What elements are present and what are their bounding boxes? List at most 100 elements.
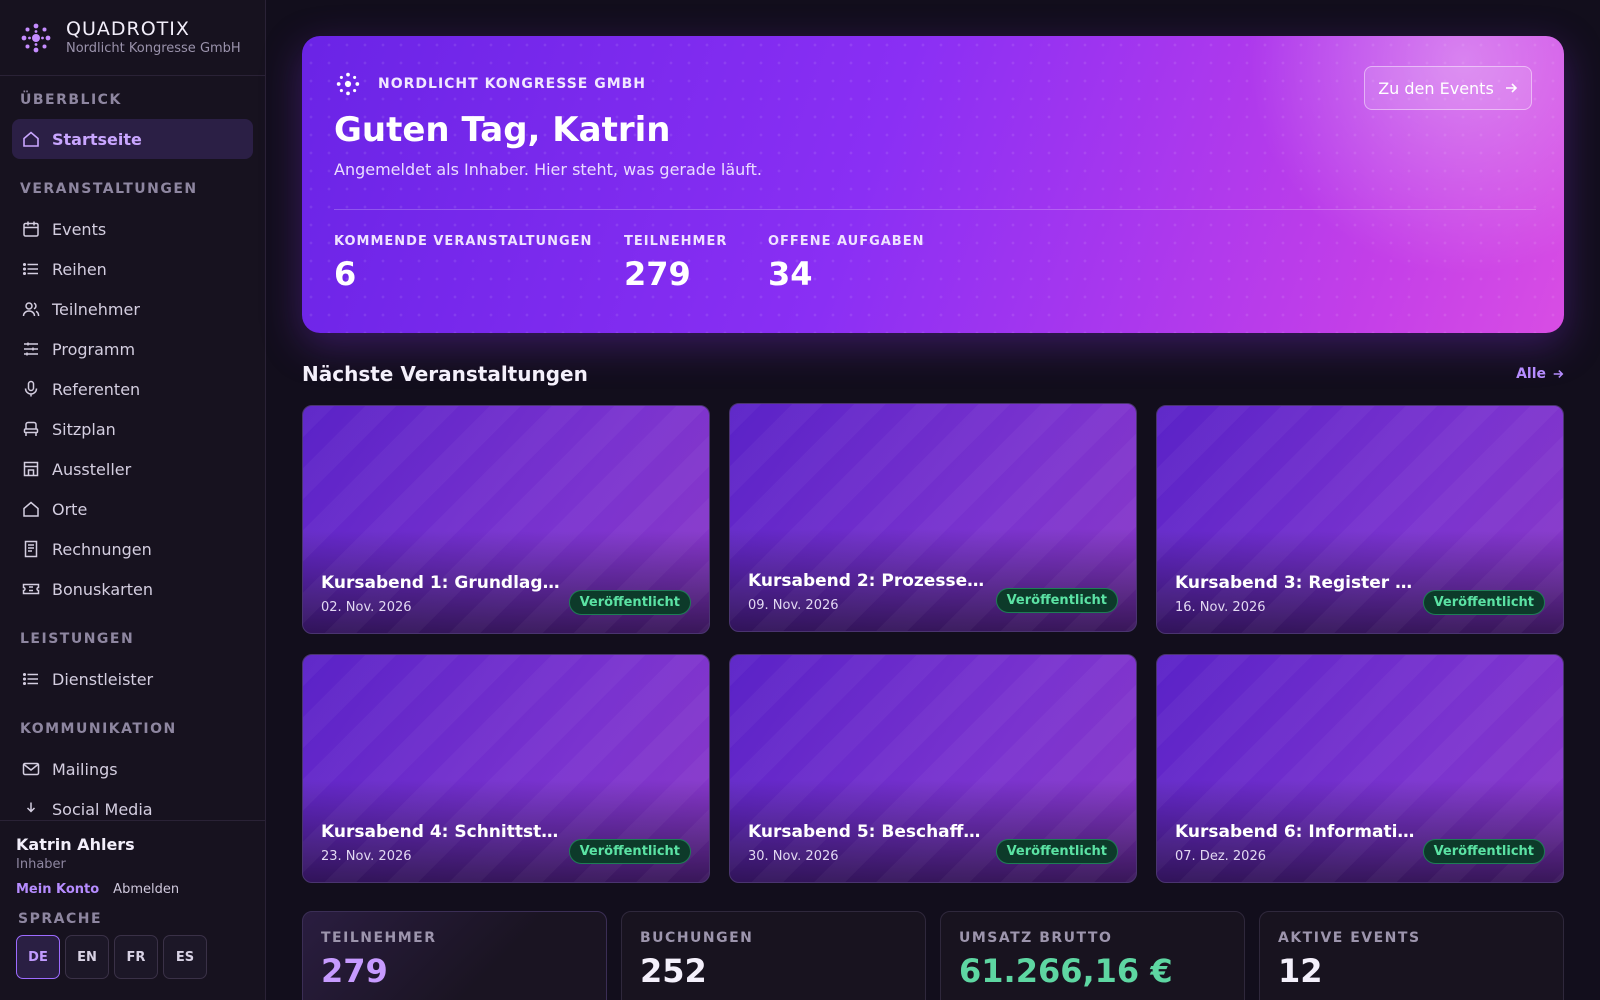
sidebar-item-label: Programm — [52, 339, 136, 359]
event-card[interactable]: Kursabend 6: Informati… 07. Dez. 2026 Ve… — [1156, 654, 1564, 883]
sidebar-item-teilnehmer[interactable]: Teilnehmer — [12, 289, 253, 329]
event-card[interactable]: Kursabend 2: Prozesse … 09. Nov. 2026 Ve… — [729, 403, 1137, 632]
sidebar-item-label: Dienstleister — [52, 669, 154, 689]
nav-section-communication: KOMMUNIKATION — [20, 721, 177, 737]
store-icon — [23, 461, 39, 477]
language-switcher: DE EN FR ES — [16, 935, 249, 979]
microphone-icon — [24, 380, 38, 397]
sidebar-item-events[interactable]: Events — [12, 209, 253, 249]
event-card[interactable]: Kursabend 1: Grundlag… 02. Nov. 2026 Ver… — [302, 405, 710, 634]
kpi-bookings: BUCHUNGEN 252 — [621, 911, 926, 1000]
nav-section-events: VERANSTALTUNGEN — [20, 181, 198, 197]
kpi-value: 279 — [321, 952, 388, 990]
sidebar-item-label: Mailings — [52, 759, 118, 779]
kpi-revenue-gross: UMSATZ BRUTTO 61.266,16 € — [940, 911, 1245, 1000]
event-title: Kursabend 5: Beschaffu… — [748, 822, 988, 842]
stat-participants: TEILNEHMER 279 — [624, 234, 727, 293]
event-title: Kursabend 1: Grundlag… — [321, 573, 560, 593]
language-button-de[interactable]: DE — [16, 935, 60, 979]
house-icon — [23, 501, 39, 517]
event-card[interactable]: Kursabend 3: Register … 16. Nov. 2026 Ve… — [1156, 405, 1564, 634]
kpi-label: AKTIVE EVENTS — [1278, 930, 1421, 946]
hero-org: NORDLICHT KONGRESSE GMBH — [334, 70, 646, 98]
sidebar-item-label: Rechnungen — [52, 539, 152, 559]
users-icon — [22, 302, 40, 317]
user-role: Inhaber — [16, 857, 66, 872]
event-date: 23. Nov. 2026 — [321, 849, 412, 864]
language-label: SPRACHE — [18, 911, 103, 927]
main-content: NORDLICHT KONGRESSE GMBH Guten Tag, Katr… — [266, 0, 1600, 1000]
hero-subtitle: Angemeldet als Inhaber. Hier steht, was … — [334, 160, 762, 179]
event-date: 30. Nov. 2026 — [748, 849, 839, 864]
kpi-label: BUCHUNGEN — [640, 930, 754, 946]
stat-open-tasks: OFFENE AUFGABEN 34 — [768, 234, 924, 293]
event-card[interactable]: Kursabend 4: Schnittst… 23. Nov. 2026 Ve… — [302, 654, 710, 883]
sidebar-item-label: Startseite — [52, 129, 142, 149]
sidebar-item-startseite[interactable]: Startseite — [12, 119, 253, 159]
event-date: 09. Nov. 2026 — [748, 598, 839, 613]
logout-link[interactable]: Abmelden — [113, 882, 179, 897]
welcome-hero: NORDLICHT KONGRESSE GMBH Guten Tag, Katr… — [302, 36, 1564, 333]
upcoming-events-header: Nächste Veranstaltungen Alle — [302, 360, 1564, 390]
event-card[interactable]: Kursabend 5: Beschaffu… 30. Nov. 2026 Ve… — [729, 654, 1137, 883]
sidebar-item-reihen[interactable]: Reihen — [12, 249, 253, 289]
hero-divider — [334, 209, 1536, 210]
stat-label: TEILNEHMER — [624, 234, 728, 249]
sidebar-item-label: Bonuskarten — [52, 579, 154, 599]
sidebar-item-mailings[interactable]: Mailings — [12, 749, 253, 789]
status-badge: Veröffentlicht — [568, 590, 691, 615]
stat-value: 6 — [334, 255, 357, 293]
calendar-icon — [23, 221, 39, 237]
status-badge: Veröffentlicht — [1422, 590, 1545, 615]
kpi-participants: TEILNEHMER 279 — [302, 911, 607, 1000]
sliders-icon — [24, 342, 38, 356]
language-button-en[interactable]: EN — [65, 935, 109, 979]
brand-logo-icon — [21, 23, 51, 52]
sidebar-item-rechnungen[interactable]: Rechnungen — [12, 529, 253, 569]
sidebar-item-orte[interactable]: Orte — [12, 489, 253, 529]
stat-label: KOMMENDE VERANSTALTUNGEN — [334, 234, 593, 249]
sidebar-item-label: Social Media — [52, 799, 153, 819]
language-button-es[interactable]: ES — [163, 935, 207, 979]
event-title: Kursabend 2: Prozesse … — [748, 571, 988, 591]
sidebar: QUADROTIX Nordlicht Kongresse GmbH ÜBERB… — [0, 0, 266, 1000]
brand[interactable]: QUADROTIX Nordlicht Kongresse GmbH — [0, 0, 265, 76]
sidebar-item-label: Aussteller — [52, 459, 132, 479]
kpi-label: TEILNEHMER — [321, 930, 437, 946]
status-badge: Veröffentlicht — [995, 839, 1118, 864]
status-badge: Veröffentlicht — [1422, 839, 1545, 864]
sidebar-item-social-media[interactable]: Social Media — [12, 789, 253, 820]
nav-section-services: LEISTUNGEN — [20, 631, 135, 647]
kpi-value: 61.266,16 € — [959, 952, 1173, 990]
sidebar-item-sitzplan[interactable]: Sitzplan — [12, 409, 253, 449]
sidebar-item-label: Teilnehmer — [52, 299, 140, 319]
arrow-right-icon — [1553, 370, 1564, 378]
receipt-icon — [24, 540, 38, 558]
brand-org: Nordlicht Kongresse GmbH — [66, 40, 241, 56]
kpi-label: UMSATZ BRUTTO — [959, 930, 1113, 946]
go-to-events-button[interactable]: Zu den Events — [1364, 66, 1532, 110]
share-icon — [26, 802, 36, 813]
sidebar-item-label: Events — [52, 219, 107, 239]
sidebar-nav[interactable]: ÜBERBLICK Startseite VERANSTALTUNGEN Eve… — [0, 76, 265, 820]
event-date: 07. Dez. 2026 — [1175, 849, 1266, 864]
hero-org-name: NORDLICHT KONGRESSE GMBH — [378, 76, 647, 92]
list-icon — [22, 262, 38, 276]
kpi-active-events: AKTIVE EVENTS 12 — [1259, 911, 1564, 1000]
my-account-link[interactable]: Mein Konto — [16, 882, 99, 897]
language-button-fr[interactable]: FR — [114, 935, 158, 979]
event-title: Kursabend 6: Informati… — [1175, 822, 1415, 842]
list-icon — [22, 672, 38, 686]
hero-title: Guten Tag, Katrin — [334, 110, 671, 150]
go-to-events-label: Zu den Events — [1378, 78, 1494, 98]
all-events-link[interactable]: Alle — [1516, 366, 1564, 382]
sidebar-item-label: Reihen — [52, 259, 107, 279]
sidebar-item-dienstleister[interactable]: Dienstleister — [12, 659, 253, 699]
section-title: Nächste Veranstaltungen — [302, 362, 588, 386]
sidebar-item-aussteller[interactable]: Aussteller — [12, 449, 253, 489]
sidebar-item-referenten[interactable]: Referenten — [12, 369, 253, 409]
sidebar-item-programm[interactable]: Programm — [12, 329, 253, 369]
sidebar-item-bonuskarten[interactable]: Bonuskarten — [12, 569, 253, 609]
stat-value: 34 — [768, 255, 813, 293]
event-title: Kursabend 3: Register … — [1175, 573, 1413, 593]
